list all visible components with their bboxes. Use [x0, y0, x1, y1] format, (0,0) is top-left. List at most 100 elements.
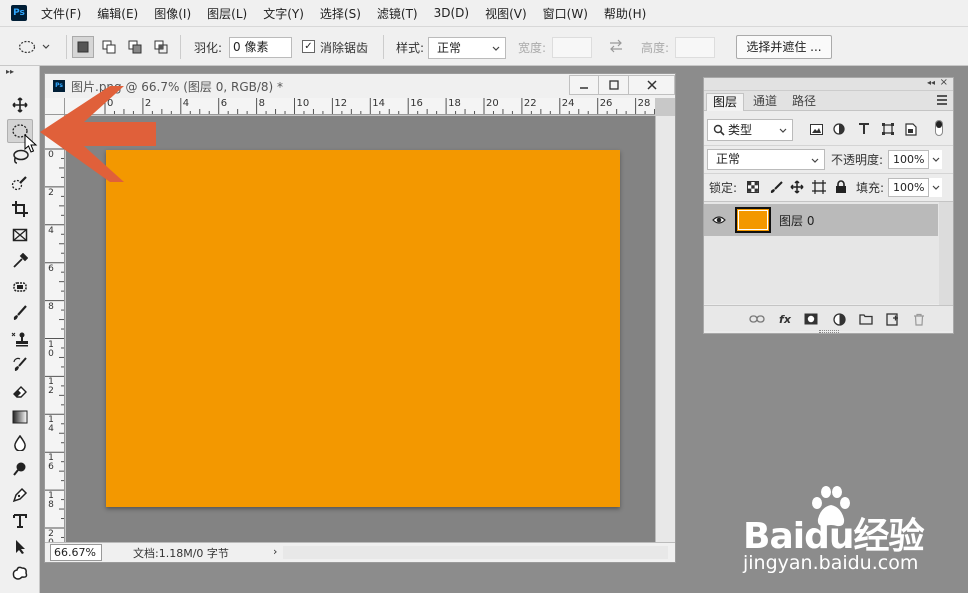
menu-filter[interactable]: 滤镜(T) [377, 5, 418, 22]
vertical-scrollbar[interactable] [655, 116, 675, 542]
subtract-from-selection-button[interactable] [124, 36, 146, 58]
menu-edit[interactable]: 编辑(E) [97, 5, 138, 22]
menu-3d[interactable]: 3D(D) [434, 6, 469, 20]
custom-shape-tool[interactable] [7, 561, 33, 585]
close-icon [646, 80, 657, 90]
panel-menu-icon[interactable] [937, 95, 947, 105]
collapse-panel-icon[interactable]: ◂◂ [927, 78, 935, 87]
width-input[interactable] [552, 37, 592, 58]
eye-icon[interactable] [712, 213, 726, 227]
menu-window[interactable]: 窗口(W) [543, 5, 588, 22]
tab-layers[interactable]: 图层 [706, 93, 745, 111]
filter-adjustment-icon[interactable] [832, 122, 846, 136]
antialias-checkbox[interactable]: ✓ [302, 40, 315, 53]
image-canvas[interactable] [106, 150, 620, 507]
select-and-mask-button[interactable]: 选择并遮住 ... [736, 35, 832, 59]
tab-paths[interactable]: 路径 [786, 93, 822, 111]
new-group-icon[interactable] [858, 312, 874, 326]
add-mask-icon[interactable] [803, 312, 819, 326]
eraser-tool[interactable] [7, 379, 33, 403]
menu-help[interactable]: 帮助(H) [604, 5, 646, 22]
dodge-tool[interactable] [7, 457, 33, 481]
blur-tool[interactable] [7, 431, 33, 455]
intersect-selection-button[interactable] [150, 36, 172, 58]
new-selection-button[interactable] [72, 36, 94, 58]
blend-mode-select[interactable]: 正常 [707, 149, 825, 170]
horizontal-scrollbar[interactable] [283, 546, 668, 559]
zoom-input[interactable]: 66.67% [50, 544, 102, 561]
pen-tool[interactable] [7, 483, 33, 507]
swap-icon[interactable] [608, 39, 624, 53]
height-label: 高度: [641, 41, 670, 55]
crop-tool[interactable] [7, 197, 33, 221]
menu-image[interactable]: 图像(I) [154, 5, 191, 22]
panel-resize-grip[interactable] [819, 330, 839, 333]
menu-type[interactable]: 文字(Y) [263, 5, 304, 22]
minimize-button[interactable] [569, 75, 599, 95]
path-selection-tool[interactable] [7, 535, 33, 559]
layer-list-scrollbar[interactable] [939, 202, 953, 305]
filter-smart-object-icon[interactable] [904, 122, 918, 136]
menu-select[interactable]: 选择(S) [320, 5, 361, 22]
add-to-selection-button[interactable] [98, 36, 120, 58]
tool-preset-picker[interactable] [18, 35, 58, 59]
lock-pixels-icon[interactable] [769, 180, 783, 194]
history-brush-tool[interactable] [7, 353, 33, 377]
lock-artboard-icon[interactable] [812, 180, 826, 194]
quick-selection-icon [11, 176, 27, 191]
healing-icon [13, 282, 27, 292]
panel-header[interactable]: ◂◂ × [704, 77, 953, 91]
ruler-label: 1 0 [48, 339, 54, 359]
tab-channels[interactable]: 通道 [747, 93, 783, 111]
collapse-icon[interactable]: ▸▸ [6, 67, 14, 76]
quick-selection-tool[interactable] [7, 171, 33, 195]
type-tool[interactable] [7, 509, 33, 533]
subtract-selection-icon [128, 40, 142, 54]
delete-layer-icon[interactable] [911, 312, 927, 326]
blend-mode-value: 正常 [716, 152, 741, 166]
feather-input[interactable]: 0 像素 [229, 37, 292, 58]
new-layer-icon[interactable] [884, 312, 900, 326]
chevron-down-icon [928, 178, 942, 197]
brush-tool[interactable] [7, 301, 33, 325]
link-layers-icon[interactable] [749, 312, 765, 326]
frame-tool[interactable] [7, 223, 33, 247]
eyedropper-tool[interactable] [7, 249, 33, 273]
layer-name[interactable]: 图层 0 [779, 212, 814, 229]
document-info[interactable]: 文档:1.18M/0 字节 [133, 545, 229, 561]
filter-shape-icon[interactable] [881, 122, 895, 136]
filter-type-icon[interactable] [857, 122, 871, 136]
lock-all-icon[interactable] [834, 180, 848, 194]
filter-kind-select[interactable]: 类型 [707, 119, 793, 141]
ruler-label: 1 6 [48, 453, 54, 473]
menu-view[interactable]: 视图(V) [485, 5, 527, 22]
spot-healing-tool[interactable] [7, 275, 33, 299]
layer-style-fx-icon[interactable]: fx [777, 312, 793, 326]
menu-file[interactable]: 文件(F) [41, 5, 81, 22]
move-tool[interactable] [7, 93, 33, 117]
new-adjustment-layer-icon[interactable] [831, 312, 847, 326]
brush-icon [13, 305, 27, 320]
gradient-tool[interactable] [7, 405, 33, 429]
pointer-arrow-annotation [40, 86, 156, 182]
lock-transparent-icon[interactable] [746, 180, 760, 194]
separator [383, 35, 384, 59]
chevron-right-icon[interactable]: › [273, 545, 277, 558]
filter-pixel-icon[interactable] [809, 122, 823, 136]
clone-stamp-tool[interactable] [7, 327, 33, 351]
search-icon [713, 124, 725, 136]
ruler-label: 26 [599, 98, 613, 109]
filter-kind-value: 类型 [728, 123, 753, 137]
menu-layer[interactable]: 图层(L) [207, 5, 247, 22]
layer-row[interactable]: 图层 0 [704, 204, 938, 236]
filter-toggle[interactable] [935, 120, 943, 136]
menu-bar: Ps 文件(F) 编辑(E) 图像(I) 图层(L) 文字(Y) 选择(S) 滤… [0, 0, 968, 26]
lock-position-icon[interactable] [790, 180, 804, 194]
close-panel-icon[interactable]: × [940, 77, 948, 88]
close-button[interactable] [629, 75, 675, 95]
height-input[interactable] [675, 37, 715, 58]
fill-input[interactable]: 100% [888, 178, 942, 197]
style-select[interactable]: 正常 [428, 37, 506, 59]
maximize-button[interactable] [599, 75, 629, 95]
opacity-input[interactable]: 100% [888, 150, 942, 169]
